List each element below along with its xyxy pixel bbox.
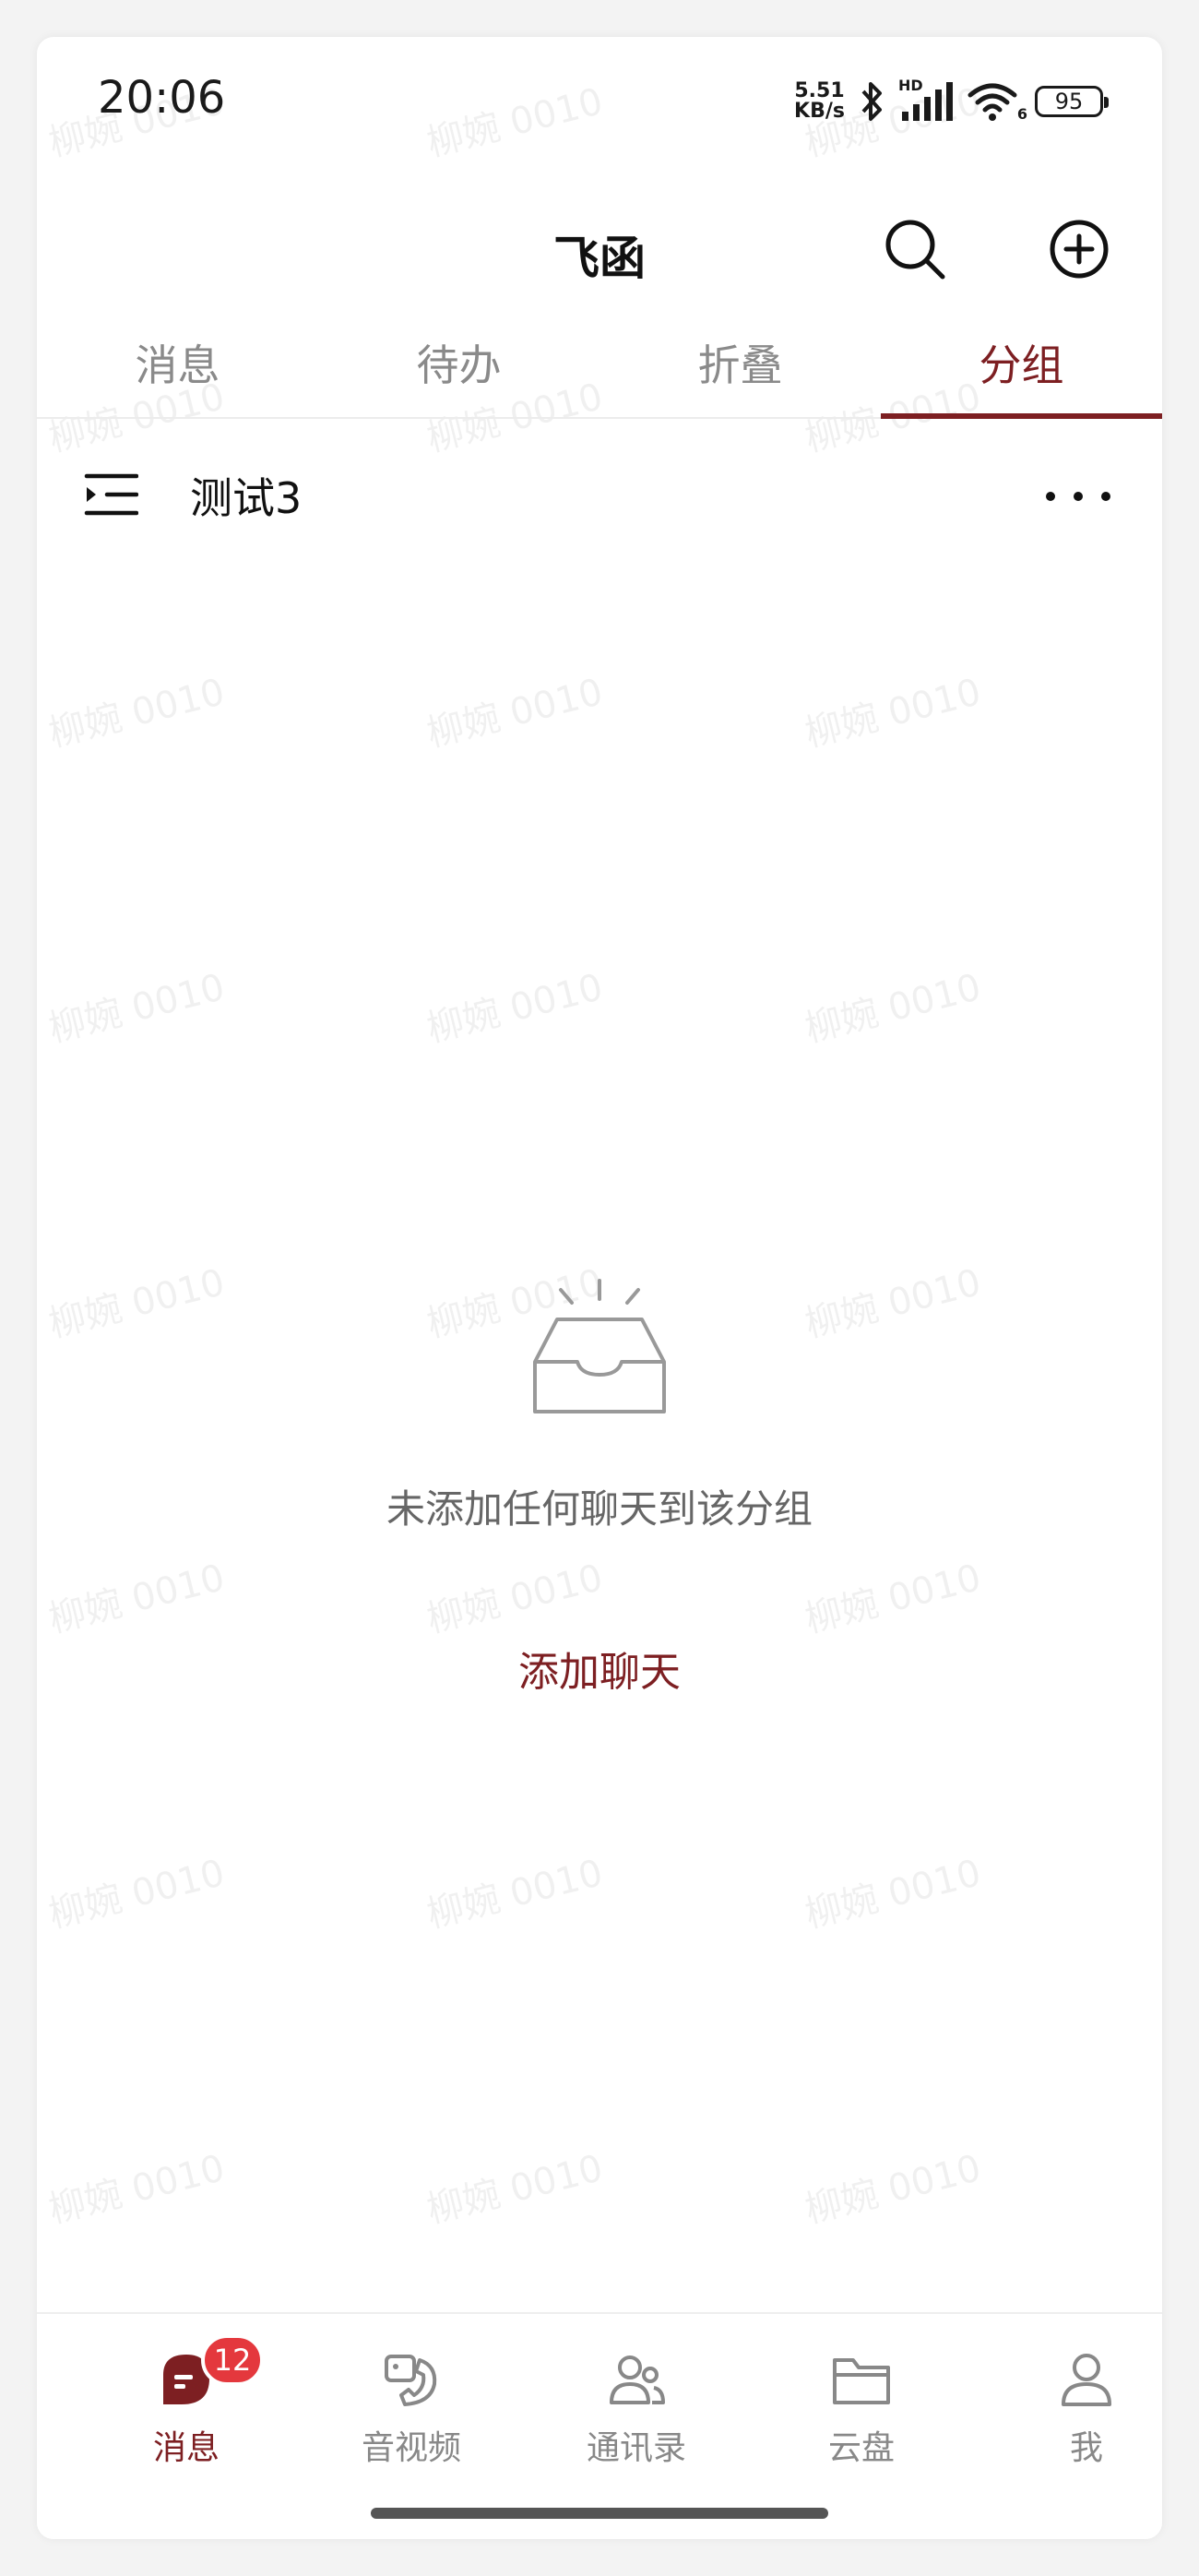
network-speed-unit: KB/s <box>794 100 845 123</box>
network-speed: 5.51 KB/s <box>794 81 845 122</box>
status-time: 20:06 <box>98 72 226 124</box>
bottom-nav: 12 消息 音视频 通讯录 云盘 我 <box>37 2312 1162 2539</box>
bluetooth-icon <box>861 82 882 121</box>
wifi-status: 6 <box>967 80 1027 123</box>
nav-item-messages[interactable]: 12 消息 <box>94 2334 279 2469</box>
contacts-icon <box>610 2355 665 2404</box>
nav-label-me: 我 <box>1069 2429 1103 2467</box>
tab-folded[interactable]: 折叠 <box>600 314 881 417</box>
wifi-label: 6 <box>1016 105 1027 123</box>
watermark: 柳婉 0010 <box>44 2147 230 2232</box>
nav-item-me[interactable]: 我 <box>994 2347 1162 2469</box>
empty-state-message: 未添加任何聊天到该分组 <box>386 1486 813 1532</box>
watermark: 柳婉 0010 <box>801 966 986 1051</box>
status-icons: 5.51 KB/s HD 6 95 <box>794 74 1109 129</box>
network-speed-value: 5.51 <box>794 79 845 102</box>
watermark: 柳婉 0010 <box>801 2147 986 2232</box>
watermark: 柳婉 0010 <box>801 1261 986 1346</box>
add-button[interactable] <box>1042 212 1116 286</box>
more-dot <box>1074 492 1083 501</box>
watermark: 柳婉 0010 <box>422 2147 608 2232</box>
app-header: 飞函 <box>37 185 1162 295</box>
nav-label-cloud-drive: 云盘 <box>827 2429 895 2467</box>
plus-circle-icon <box>1050 220 1109 279</box>
more-dot <box>1046 492 1055 501</box>
watermark: 柳婉 0010 <box>44 966 230 1051</box>
watermark: 柳婉 0010 <box>801 1556 986 1641</box>
list-indent-icon <box>84 473 139 516</box>
watermark: 柳婉 0010 <box>422 1556 608 1641</box>
app-title: 飞函 <box>553 232 646 285</box>
battery-level: 95 <box>1054 89 1084 114</box>
app-screen: 柳婉 0010 柳婉 0010 柳婉 0010 柳婉 0010 柳婉 0010 … <box>37 37 1162 2539</box>
tab-bar: 消息 待办 折叠 分组 <box>37 314 1162 419</box>
watermark: 柳婉 0010 <box>422 1852 608 1937</box>
watermark: 柳婉 0010 <box>801 1852 986 1937</box>
folder-icon <box>833 2358 890 2404</box>
watermark: 柳婉 0010 <box>44 1261 230 1346</box>
nav-item-cloud-drive[interactable]: 云盘 <box>769 2347 954 2469</box>
video-call-icon <box>385 2355 437 2406</box>
nav-item-av[interactable]: 音视频 <box>319 2347 504 2469</box>
nav-item-contacts[interactable]: 通讯录 <box>544 2347 729 2469</box>
watermark: 柳婉 0010 <box>44 671 230 756</box>
watermark: 柳婉 0010 <box>44 1852 230 1937</box>
search-icon <box>885 220 945 280</box>
battery-indicator: 95 <box>1035 86 1109 117</box>
watermark: 柳婉 0010 <box>422 966 608 1051</box>
group-list-button[interactable] <box>83 467 139 522</box>
wifi-icon <box>968 83 1017 121</box>
cellular-signal: HD <box>898 77 954 123</box>
add-chat-link[interactable]: 添加聊天 <box>461 1639 738 1698</box>
signal-icon <box>902 82 953 121</box>
group-bar: 测试3 <box>37 443 1162 544</box>
nav-label-av: 音视频 <box>361 2429 461 2467</box>
unread-badge: 12 <box>201 2334 264 2386</box>
tab-groups[interactable]: 分组 <box>881 314 1162 419</box>
tab-todo[interactable]: 待办 <box>318 314 600 417</box>
watermark: 柳婉 0010 <box>422 671 608 756</box>
search-button[interactable] <box>878 212 952 286</box>
nav-label-contacts: 通讯录 <box>586 2429 686 2467</box>
empty-inbox-icon <box>533 1279 666 1413</box>
more-dot <box>1101 492 1110 501</box>
watermark: 柳婉 0010 <box>44 1556 230 1641</box>
watermark: 柳婉 0010 <box>801 671 986 756</box>
status-bar: 20:06 5.51 KB/s HD 6 95 <box>37 37 1162 157</box>
home-indicator[interactable] <box>371 2508 828 2519</box>
tab-messages[interactable]: 消息 <box>37 314 318 417</box>
more-button[interactable] <box>1046 469 1110 524</box>
profile-icon <box>1062 2354 1111 2406</box>
nav-label-messages: 消息 <box>152 2429 220 2467</box>
group-title: 测试3 <box>190 473 303 523</box>
